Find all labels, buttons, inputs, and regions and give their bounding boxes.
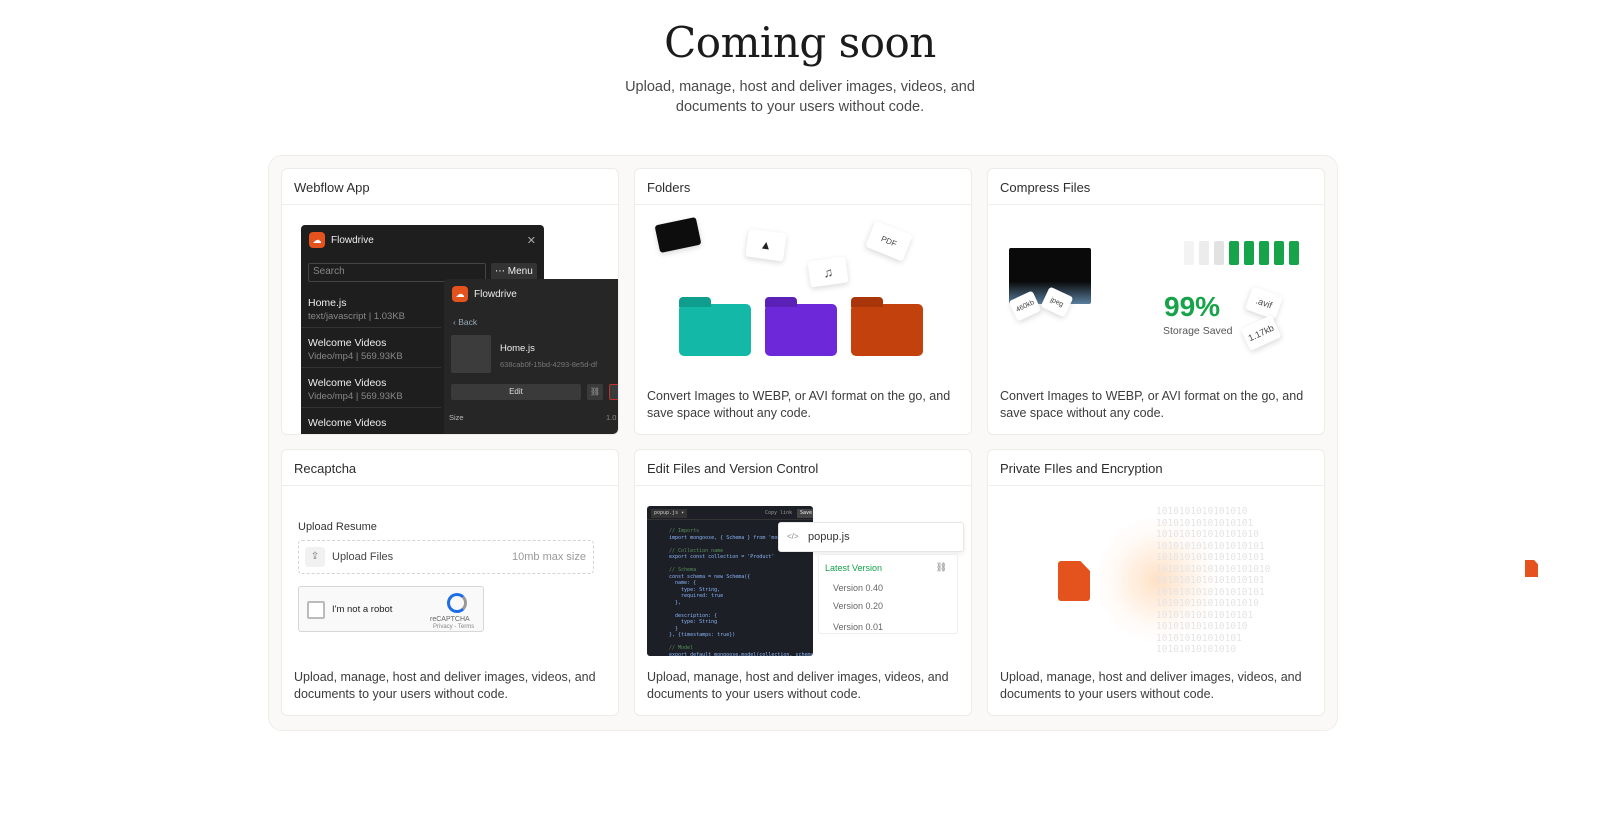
file-name: Home.js [500, 343, 535, 354]
play-icon: ▲ [745, 228, 787, 262]
card-description: Upload, manage, host and deliver images,… [647, 670, 949, 701]
pdf-icon: PDF [865, 220, 913, 262]
card-description: Upload, manage, host and deliver images,… [294, 670, 596, 701]
file-icon [1058, 561, 1090, 601]
upload-label: Upload Resume [298, 521, 377, 533]
card-title: Compress Files [988, 169, 1324, 205]
recaptcha-checkbox[interactable] [307, 601, 325, 619]
file-item[interactable]: Home.js text/javascript | 1.03KB [308, 297, 448, 322]
format-tag: .avif [1244, 286, 1284, 320]
version-item[interactable]: Version 0.40 [833, 583, 883, 593]
file-item[interactable]: Welcome Videos Video/mp4 | 569.93KB [308, 377, 448, 402]
link-icon[interactable]: ⛓ [936, 562, 947, 573]
app-name: Flowdrive [331, 234, 374, 246]
file-thumbnail [451, 335, 491, 373]
version-list: Latest Version ⛓ Version 0.40 Version 0.… [818, 554, 958, 634]
card-compress-files: Compress Files 460kb jpeg .avif 1.17kb 9… [987, 168, 1325, 435]
app-name: Flowdrive [474, 288, 517, 300]
card-recaptcha: Recaptcha Upload Resume ⇪ Upload Files 1… [281, 449, 619, 716]
card-title: Recaptcha [282, 450, 618, 486]
card-webflow-app: Webflow App ☁ Flowdrive ✕ Search ⋯ Menu … [281, 168, 619, 435]
flowdrive-logo-icon: ☁ [452, 286, 468, 302]
card-edit-files: Edit Files and Version Control popup.js … [634, 449, 972, 716]
binary-pattern: 1010101010101010 10101010101010101 10101… [1156, 506, 1271, 655]
file-popup[interactable]: </> popup.js [778, 522, 964, 552]
code-icon: </> [787, 532, 799, 541]
card-title: Edit Files and Version Control [635, 450, 971, 486]
size-value: 1.0 [606, 413, 617, 422]
card-description: Convert Images to WEBP, or AVI format on… [647, 389, 951, 420]
file-item[interactable]: Welcome Videos Video/mp4 | 569.93KB [308, 337, 448, 362]
version-item[interactable]: Version 0.20 [833, 601, 883, 611]
divider [301, 367, 441, 368]
version-item[interactable]: Version 0.01 [833, 622, 883, 632]
savings-label: Storage Saved [1163, 325, 1233, 337]
file-id: 638cab0f-15bd-4293-8e5d-df [500, 360, 598, 369]
size-tag: 1.17kb [1240, 314, 1282, 352]
page-title: Coming soon [664, 18, 936, 67]
card-title: Private FIles and Encryption [988, 450, 1324, 486]
card-title: Folders [635, 169, 971, 205]
divider [301, 407, 441, 408]
file-item[interactable]: Welcome Videos [308, 417, 448, 429]
recaptcha-widget: I'm not a robot reCAPTCHA Privacy - Term… [298, 586, 484, 632]
recaptcha-logo-icon [447, 593, 467, 613]
editor-tab[interactable]: popup.js ▾ [651, 509, 688, 518]
folder-icon [679, 297, 751, 356]
file-icon [1525, 560, 1538, 577]
card-description: Upload, manage, host and deliver images,… [1000, 670, 1302, 701]
close-icon[interactable]: ✕ [527, 234, 536, 247]
file-detail-panel: ☁ Flowdrive ‹ Back Home.js 638cab0f-15bd… [444, 279, 618, 434]
size-label: Size [449, 413, 464, 422]
link-icon[interactable]: ⛓ [587, 384, 603, 400]
upload-dropzone[interactable]: ⇪ Upload Files 10mb max size [298, 540, 594, 574]
back-link[interactable]: ‹ Back [453, 317, 477, 327]
features-grid: Webflow App ☁ Flowdrive ✕ Search ⋯ Menu … [268, 155, 1338, 731]
copy-link-button[interactable]: Copy link [765, 510, 792, 517]
hero: Coming soon Upload, manage, host and del… [0, 0, 1600, 117]
upload-icon: ⇪ [305, 547, 325, 567]
page-subtitle: Upload, manage, host and deliver images,… [625, 79, 975, 115]
card-title: Webflow App [282, 169, 618, 205]
divider [301, 327, 441, 328]
image-thumbnail [654, 216, 702, 254]
music-icon: ♫ [807, 256, 849, 288]
folder-icon [851, 297, 923, 356]
delete-button[interactable] [609, 384, 618, 400]
save-button[interactable]: Save [797, 509, 813, 518]
card-folders: Folders ▲ ♫ PDF Convert Images to WEBP, … [634, 168, 972, 435]
card-description: Convert Images to WEBP, or AVI format on… [1000, 389, 1304, 420]
latest-version[interactable]: Latest Version [825, 563, 882, 573]
edit-button[interactable]: Edit [451, 384, 581, 400]
card-private-files: Private FIles and Encryption 10101010101… [987, 449, 1325, 716]
folder-icon [765, 297, 837, 356]
flowdrive-logo-icon: ☁ [309, 232, 325, 248]
savings-percent: 99% [1164, 291, 1221, 322]
